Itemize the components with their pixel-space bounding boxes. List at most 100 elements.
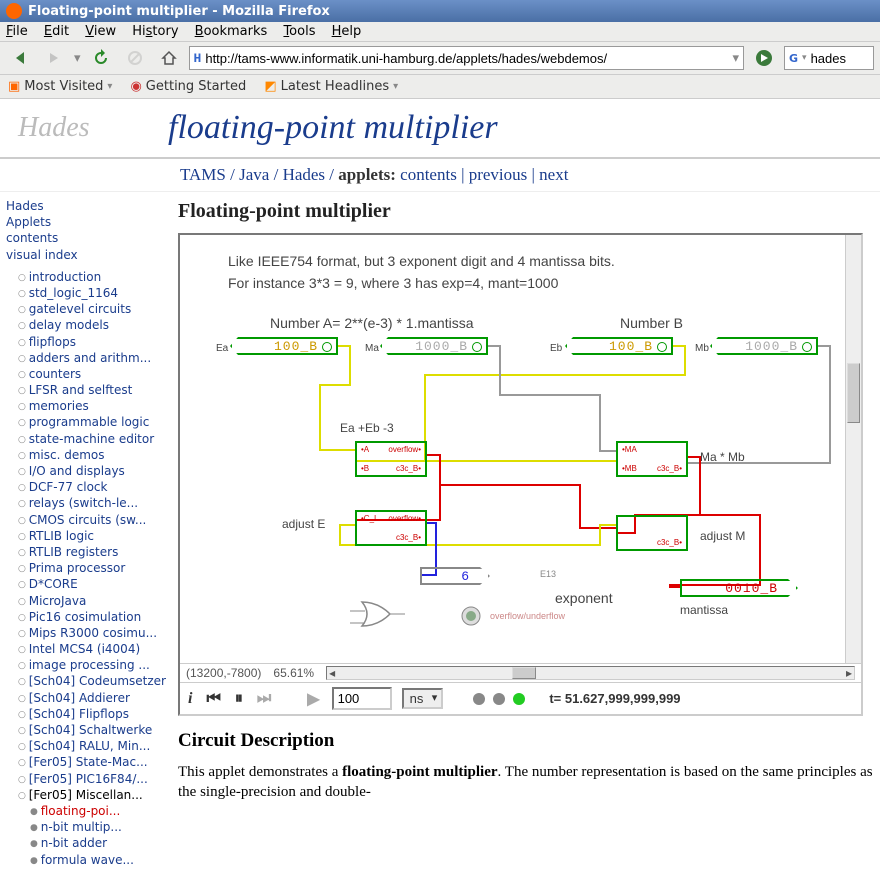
lbl-adje: adjust E <box>282 517 325 531</box>
sidebar-item[interactable]: Pic16 cosimulation <box>6 609 166 625</box>
bc-tams[interactable]: TAMS <box>180 165 226 184</box>
nav-dropdown-icon[interactable]: ▾ <box>74 51 81 66</box>
info-button[interactable]: i <box>186 690 194 708</box>
side-visual[interactable]: visual index <box>6 247 166 263</box>
sidebar-item[interactable]: [Sch04] Schaltwerke <box>6 722 166 738</box>
sidebar-item[interactable]: CMOS circuits (sw... <box>6 512 166 528</box>
reg-mb[interactable]: 1000_B <box>710 337 818 355</box>
sidebar-item[interactable]: [Sch04] RALU, Min... <box>6 738 166 754</box>
menu-tools[interactable]: Tools <box>283 24 315 39</box>
sidebar-item[interactable]: I/O and displays <box>6 463 166 479</box>
sidebar-item[interactable]: MicroJava <box>6 593 166 609</box>
sidebar-item[interactable]: gatelevel circuits <box>6 301 166 317</box>
menu-bookmarks[interactable]: Bookmarks <box>195 24 268 39</box>
sidebar-item[interactable]: delay models <box>6 317 166 333</box>
led-green-icon <box>513 693 525 705</box>
sidebar-item[interactable]: n-bit adder <box>6 835 166 851</box>
out-mant[interactable]: 0010_B <box>680 579 798 597</box>
bc-java[interactable]: Java <box>239 165 269 184</box>
led-grey-icon <box>473 693 485 705</box>
bookmark-latest-headlines[interactable]: ◩Latest Headlines▾ <box>264 79 398 94</box>
search-bar[interactable]: G▾ <box>784 46 874 70</box>
side-contents[interactable]: contents <box>6 230 166 246</box>
canvas-hscroll[interactable]: ◂▸ <box>326 666 855 680</box>
reg-ea[interactable]: 100_B <box>230 337 338 355</box>
url-bar[interactable]: H ▾ <box>189 46 744 70</box>
bookmark-getting-started[interactable]: ◉Getting Started <box>130 79 246 94</box>
reload-button[interactable] <box>87 46 115 70</box>
home-button[interactable] <box>155 46 183 70</box>
time-step-input[interactable] <box>332 687 392 710</box>
site-icon: H <box>194 51 202 66</box>
stop-button[interactable] <box>121 46 149 70</box>
sidebar-item[interactable]: memories <box>6 398 166 414</box>
sidebar-item[interactable]: Intel MCS4 (i4004) <box>6 641 166 657</box>
sidebar-item[interactable]: [Sch04] Addierer <box>6 690 166 706</box>
page-title: floating-point multiplier <box>168 109 498 147</box>
side-hades[interactable]: Hades <box>6 198 166 214</box>
sidebar-item[interactable]: [Fer05] Miscellan... <box>6 787 166 803</box>
content-heading: Floating-point multiplier <box>178 200 876 223</box>
menu-edit[interactable]: Edit <box>44 24 69 39</box>
sidebar-item[interactable]: adders and arithm... <box>6 350 166 366</box>
adjustm-block[interactable]: c3c_B• <box>616 515 688 551</box>
menu-file[interactable]: File <box>6 24 28 39</box>
menu-help[interactable]: Help <box>332 24 362 39</box>
bc-previous[interactable]: previous <box>469 165 528 184</box>
sidebar-item[interactable]: programmable logic <box>6 414 166 430</box>
sidebar-item[interactable]: Mips R3000 cosimu... <box>6 625 166 641</box>
side-applets[interactable]: Applets <box>6 214 166 230</box>
canvas-vscroll[interactable] <box>845 235 861 663</box>
play-button[interactable]: ▶ <box>305 689 321 709</box>
sidebar-item[interactable]: DCF-77 clock <box>6 479 166 495</box>
go-button[interactable] <box>750 46 778 70</box>
sidebar-item[interactable]: RTLIB logic <box>6 528 166 544</box>
out-exp[interactable]: 6 <box>420 567 490 585</box>
fastfwd-button[interactable]: ⏭ <box>255 690 273 708</box>
bookmark-most-visited[interactable]: ▣Most Visited▾ <box>8 79 112 94</box>
menu-view[interactable]: View <box>85 24 116 39</box>
adder-block[interactable]: •A •B overflow• c3c_B• <box>355 441 427 477</box>
reg-eb[interactable]: 100_B <box>565 337 673 355</box>
sidebar-item[interactable]: introduction <box>6 269 166 285</box>
bc-next[interactable]: next <box>539 165 568 184</box>
sidebar-item[interactable]: image processing ... <box>6 657 166 673</box>
search-input[interactable] <box>811 51 869 66</box>
sidebar-item[interactable]: counters <box>6 366 166 382</box>
pause-button[interactable]: ⏸ <box>233 690 245 708</box>
url-dropdown-icon[interactable]: ▾ <box>732 51 739 66</box>
google-icon: G <box>789 52 798 65</box>
sidebar-item[interactable]: D*CORE <box>6 576 166 592</box>
or-gate-icon <box>360 600 410 630</box>
sidebar-item[interactable]: [Sch04] Flipflops <box>6 706 166 722</box>
sidebar-item[interactable]: formula wave... <box>6 852 166 868</box>
lbl-e13: E13 <box>540 569 556 579</box>
rewind-button[interactable]: ⏮ <box>204 690 222 708</box>
back-button[interactable] <box>6 46 34 70</box>
reg-ma[interactable]: 1000_B <box>380 337 488 355</box>
menu-history[interactable]: History <box>132 24 178 39</box>
circuit-canvas[interactable]: Like IEEE754 format, but 3 exponent digi… <box>180 235 861 663</box>
sidebar-item-active[interactable]: floating-poi... <box>6 803 166 819</box>
time-unit-select[interactable]: ns <box>402 688 444 709</box>
mul-block[interactable]: •MA •MB c3c_B• <box>616 441 688 477</box>
lbl-mantissa: mantissa <box>680 603 728 617</box>
sidebar-item[interactable]: [Sch04] Codeumsetzer <box>6 673 166 689</box>
sidebar-item[interactable]: state-machine editor <box>6 431 166 447</box>
url-input[interactable] <box>205 51 728 66</box>
sidebar-item[interactable]: flipflops <box>6 334 166 350</box>
sidebar-item[interactable]: RTLIB registers <box>6 544 166 560</box>
bc-contents[interactable]: contents <box>400 165 457 184</box>
sidebar-item[interactable]: [Fer05] PIC16F84/... <box>6 771 166 787</box>
sidebar-item[interactable]: [Fer05] State-Mac... <box>6 754 166 770</box>
forward-button[interactable] <box>40 46 68 70</box>
sidebar-item[interactable]: LFSR and selftest <box>6 382 166 398</box>
adjuste-block[interactable]: •C_I overflow• c3c_B• <box>355 510 427 546</box>
sidebar-item[interactable]: misc. demos <box>6 447 166 463</box>
sidebar-item[interactable]: n-bit multip... <box>6 819 166 835</box>
sidebar-item[interactable]: std_logic_1164 <box>6 285 166 301</box>
sidebar-item[interactable]: Prima processor <box>6 560 166 576</box>
canvas-label-b: Number B <box>620 315 683 331</box>
sidebar-item[interactable]: relays (switch-le... <box>6 495 166 511</box>
bc-hades[interactable]: Hades <box>283 165 325 184</box>
